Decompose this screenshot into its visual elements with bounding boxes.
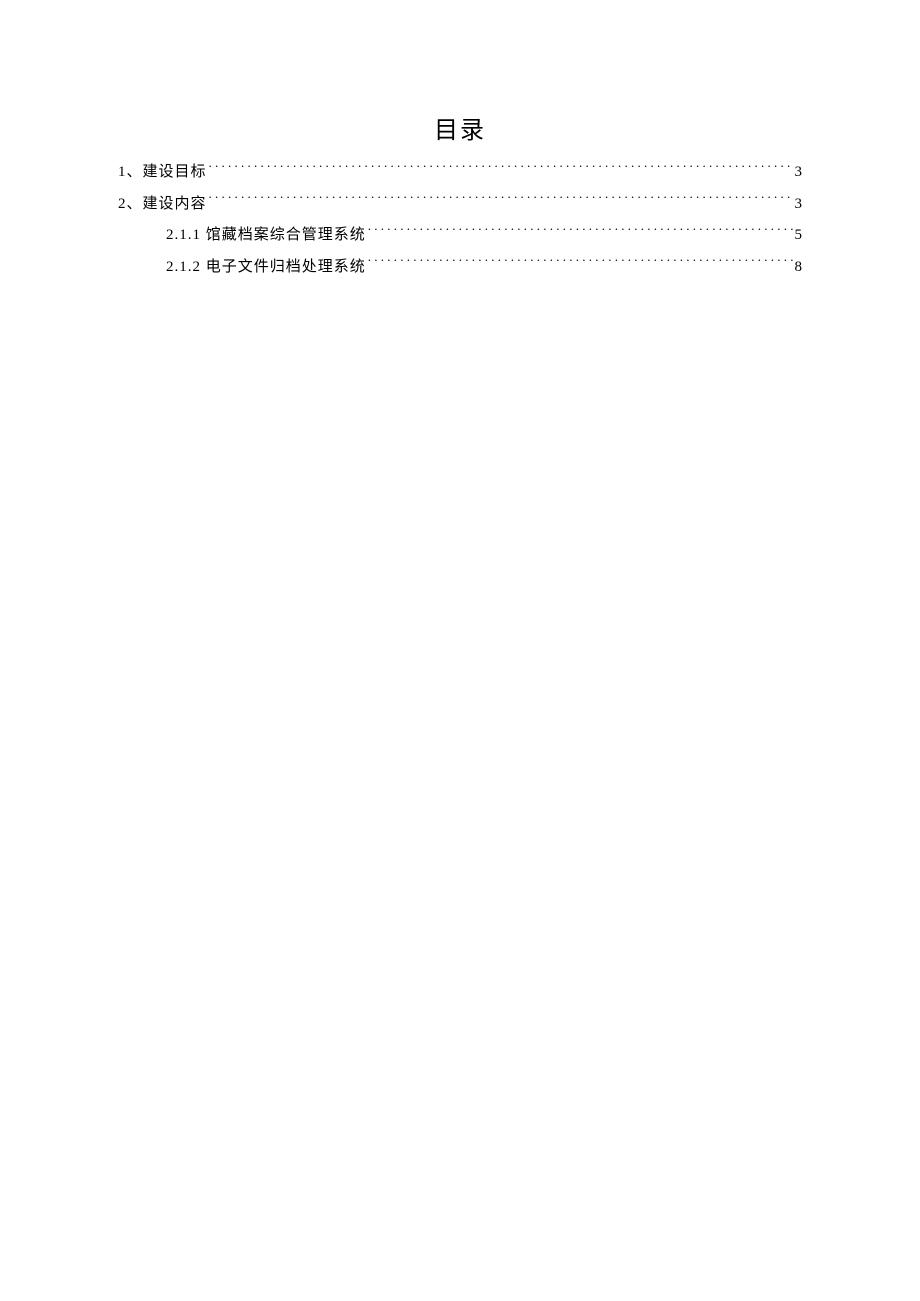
- toc-entry: 2.1.2 电子文件归档处理系统 8: [166, 252, 802, 284]
- toc-leader-dots: [209, 161, 793, 176]
- toc-entry: 2.1.1 馆藏档案综合管理系统 5: [166, 220, 802, 252]
- toc-leader-dots: [368, 224, 793, 239]
- toc-container: 1、建设目标 3 2、建设内容 3 2.1.1 馆藏档案综合管理系统 5 2.1…: [118, 157, 802, 283]
- toc-label: 2.1.1 馆藏档案综合管理系统: [166, 220, 366, 252]
- toc-entry: 1、建设目标 3: [118, 157, 802, 189]
- toc-page-number: 5: [795, 220, 803, 252]
- toc-label: 2、建设内容: [118, 189, 207, 221]
- toc-entry: 2、建设内容 3: [118, 189, 802, 221]
- page-title: 目录: [118, 110, 802, 145]
- toc-page-number: 3: [795, 157, 803, 189]
- toc-label: 1、建设目标: [118, 157, 207, 189]
- toc-page-number: 3: [795, 189, 803, 221]
- toc-leader-dots: [209, 193, 793, 208]
- toc-page-number: 8: [795, 252, 803, 284]
- toc-label: 2.1.2 电子文件归档处理系统: [166, 252, 366, 284]
- toc-leader-dots: [368, 256, 793, 271]
